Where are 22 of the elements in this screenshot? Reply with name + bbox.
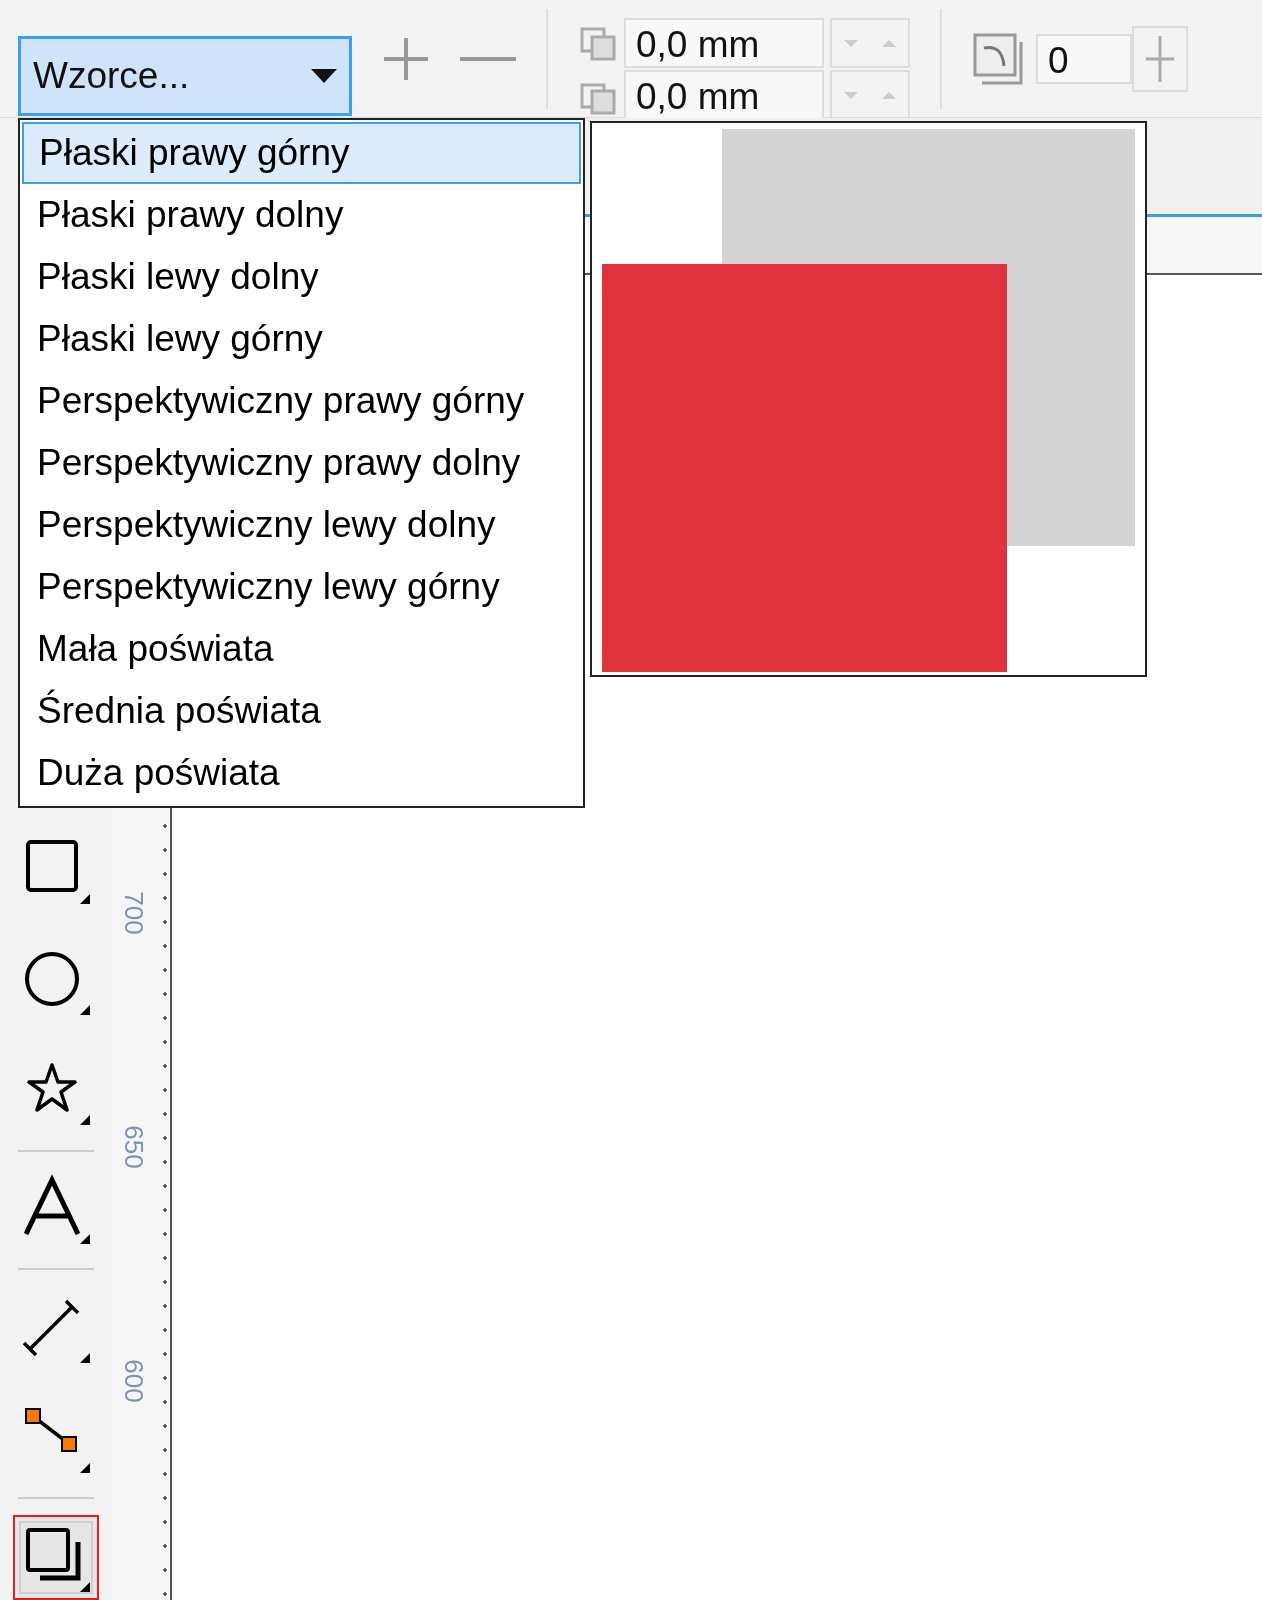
offset-y-field[interactable]: 0,0 mm [624,70,824,120]
presets-dropdown[interactable]: Wzorce... [18,36,352,116]
minus-icon[interactable] [460,54,516,63]
preset-item[interactable]: Perspektywiczny lewy dolny [22,494,581,556]
preset-item[interactable]: Mała poświata [22,618,581,680]
preset-item[interactable]: Perspektywiczny prawy górny [22,370,581,432]
slider-icon[interactable] [1132,25,1188,92]
ruler-label: 650 [119,1125,149,1169]
angle-field[interactable]: 0 [1036,33,1132,84]
ruler-label: 700 [119,891,149,935]
caret-icon [311,69,337,83]
preset-item[interactable]: Płaski lewy górny [22,308,581,370]
preset-item[interactable]: Duża poświata [22,742,581,804]
preset-item[interactable]: Płaski prawy dolny [22,184,581,246]
shadow-tool[interactable] [13,1515,99,1600]
preset-item[interactable]: Perspektywiczny lewy górny [22,556,581,618]
preset-item[interactable]: Perspektywiczny prawy dolny [22,432,581,494]
preset-item[interactable]: Średnia poświata [22,680,581,742]
preset-item[interactable]: Płaski prawy górny [22,122,581,184]
offset-x-field[interactable]: 0,0 mm [624,18,824,68]
ruler-label: 600 [119,1359,149,1403]
preset-item[interactable]: Płaski lewy dolny [22,246,581,308]
